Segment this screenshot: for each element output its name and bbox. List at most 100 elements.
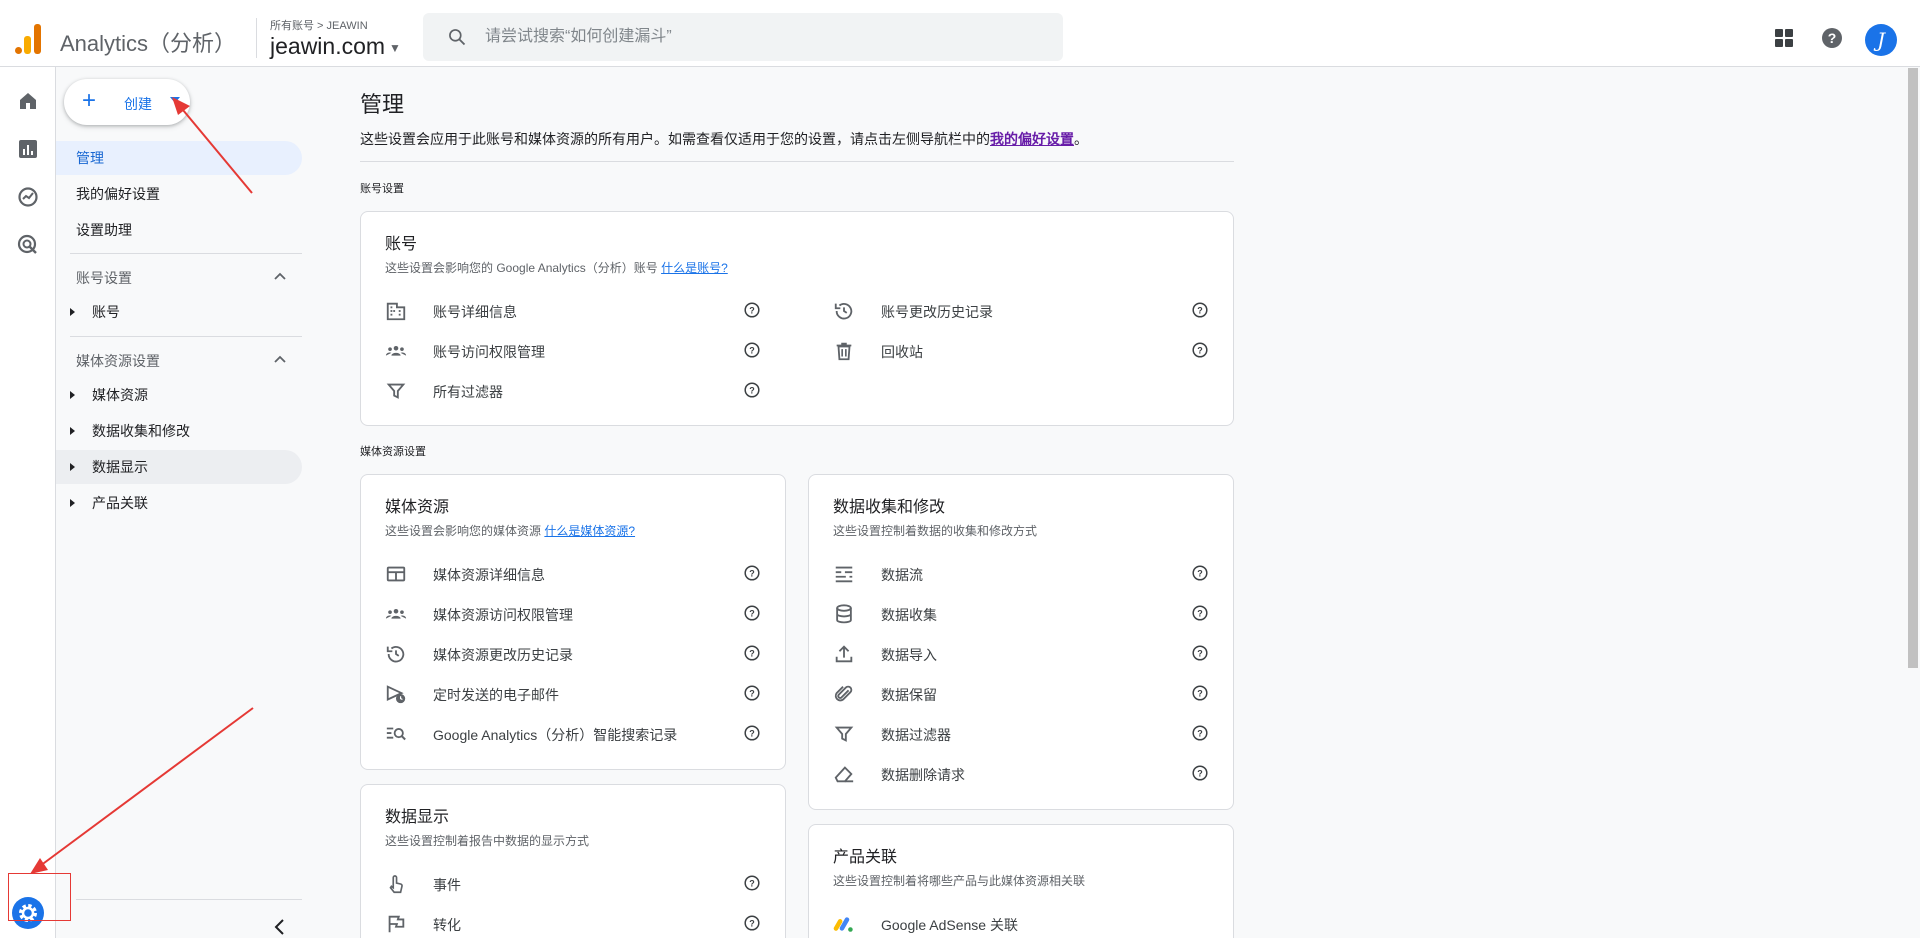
svg-text:?: ? xyxy=(749,306,755,316)
help-circle-icon[interactable]: ? xyxy=(744,605,760,621)
touch-icon xyxy=(389,875,403,894)
help-circle-icon[interactable]: ? xyxy=(744,342,760,358)
row-search-history[interactable]: Google Analytics（分析）智能搜索记录 ? xyxy=(385,713,785,753)
help-circle-icon[interactable]: ? xyxy=(1192,765,1208,781)
row-property-history[interactable]: 媒体资源更改历史记录 ? xyxy=(385,633,785,673)
analytics-logo-icon[interactable] xyxy=(13,22,43,54)
help-circle-icon[interactable]: ? xyxy=(744,875,760,891)
help-circle-icon[interactable]: ? xyxy=(1192,565,1208,581)
property-card-desc-text: 这些设置会影响您的媒体资源 xyxy=(385,524,542,538)
page-title: 管理 xyxy=(360,92,405,117)
row-scheduled-emails[interactable]: 定时发送的电子邮件 ? xyxy=(385,673,785,713)
row-data-retention[interactable]: 数据保留 ? xyxy=(833,673,1233,713)
help-circle-icon[interactable]: ? xyxy=(744,915,760,931)
nav-account-label: 账号 xyxy=(92,304,120,320)
collapse-sidebar-icon[interactable] xyxy=(270,917,290,937)
product-links-card: 产品关联 这些设置控制着将哪些产品与此媒体资源相关联 Google AdSens… xyxy=(808,824,1234,938)
account-card-desc: 这些设置会影响您的 Google Analytics（分析）账号 什么是账号? xyxy=(385,259,728,276)
filter-icon xyxy=(834,726,854,742)
sidebar-divider xyxy=(70,336,302,337)
row-label: 数据保留 xyxy=(881,687,937,703)
row-data-streams[interactable]: 数据流 ? xyxy=(833,553,1233,593)
property-card-desc: 这些设置会影响您的媒体资源 什么是媒体资源? xyxy=(385,522,635,539)
flag-icon xyxy=(388,915,405,933)
row-account-access[interactable]: 账号访问权限管理 ? xyxy=(385,330,785,370)
account-avatar[interactable]: J xyxy=(1865,24,1897,56)
left-rail xyxy=(0,67,56,938)
row-label: 账号详细信息 xyxy=(433,304,517,320)
product-links-card-title: 产品关联 xyxy=(833,849,898,866)
help-circle-icon[interactable]: ? xyxy=(1192,725,1208,741)
row-account-details[interactable]: 账号详细信息 ? xyxy=(385,290,785,330)
help-circle-icon[interactable]: ? xyxy=(744,302,760,318)
what-is-account-link[interactable]: 什么是账号? xyxy=(661,261,728,275)
row-adsense-links[interactable]: Google AdSense 关联 xyxy=(833,903,1233,938)
row-property-access[interactable]: 媒体资源访问权限管理 ? xyxy=(385,593,785,633)
search-input[interactable] xyxy=(485,25,1045,49)
nav-admin[interactable]: 管理 xyxy=(56,141,302,175)
data-display-card-title: 数据显示 xyxy=(385,809,450,826)
reports-icon[interactable] xyxy=(16,137,40,161)
people-icon xyxy=(385,345,407,356)
row-trash[interactable]: 回收站 ? xyxy=(833,330,1233,370)
property-settings-section[interactable]: 媒体资源设置 xyxy=(76,351,160,371)
search-icon xyxy=(449,29,466,46)
help-circle-icon[interactable]: ? xyxy=(744,725,760,741)
nav-data-collection[interactable]: 数据收集和修改 xyxy=(56,414,302,448)
header-divider xyxy=(256,18,257,58)
what-is-property-link[interactable]: 什么是媒体资源? xyxy=(544,524,635,538)
row-data-collection[interactable]: 数据收集 ? xyxy=(833,593,1233,633)
row-all-filters[interactable]: 所有过滤器 ? xyxy=(385,370,785,410)
row-events[interactable]: 事件 ? xyxy=(385,863,785,903)
row-property-details[interactable]: 媒体资源详细信息 ? xyxy=(385,553,785,593)
chevron-up-icon[interactable] xyxy=(274,272,286,280)
help-circle-icon[interactable]: ? xyxy=(744,382,760,398)
svg-text:?: ? xyxy=(749,879,755,889)
help-circle-icon[interactable]: ? xyxy=(744,685,760,701)
row-account-history[interactable]: 账号更改历史记录 ? xyxy=(833,290,1233,330)
svg-text:?: ? xyxy=(1197,569,1203,579)
row-conversions[interactable]: 转化 ? xyxy=(385,903,785,938)
nav-account[interactable]: 账号 xyxy=(56,295,302,329)
page-scrollbar[interactable] xyxy=(1908,68,1918,668)
filter-icon xyxy=(386,383,406,399)
apps-grid-icon[interactable] xyxy=(1772,26,1796,50)
expand-triangle-icon xyxy=(70,391,75,399)
expand-triangle-icon xyxy=(70,499,75,507)
explore-icon[interactable] xyxy=(16,185,40,209)
help-circle-icon[interactable]: ? xyxy=(744,565,760,581)
nav-property[interactable]: 媒体资源 xyxy=(56,378,302,412)
row-data-deletion[interactable]: 数据删除请求 ? xyxy=(833,753,1233,793)
row-data-import[interactable]: 数据导入 ? xyxy=(833,633,1233,673)
search-bar[interactable] xyxy=(423,13,1063,61)
my-preferences-link[interactable]: 我的偏好设置 xyxy=(990,131,1074,147)
help-circle-icon[interactable]: ? xyxy=(1192,685,1208,701)
advertising-icon[interactable] xyxy=(16,233,40,257)
expand-triangle-icon xyxy=(70,427,75,435)
dropdown-arrow-icon[interactable] xyxy=(170,97,180,103)
help-icon[interactable]: ? xyxy=(1820,26,1844,50)
nav-data-display[interactable]: 数据显示 xyxy=(56,450,302,484)
svg-text:?: ? xyxy=(1828,30,1837,46)
app-title: Analytics（分析） xyxy=(60,31,237,56)
row-data-filters[interactable]: 数据过滤器 ? xyxy=(833,713,1233,753)
nav-setup-assistant[interactable]: 设置助理 xyxy=(56,213,302,247)
nav-my-preferences[interactable]: 我的偏好设置 xyxy=(56,177,302,211)
help-circle-icon[interactable]: ? xyxy=(1192,605,1208,621)
account-card: 账号 这些设置会影响您的 Google Analytics（分析）账号 什么是账… xyxy=(360,211,1234,426)
nav-product-links[interactable]: 产品关联 xyxy=(56,486,302,520)
property-details-icon xyxy=(386,566,406,582)
account-settings-section[interactable]: 账号设置 xyxy=(76,268,132,288)
property-card: 媒体资源 这些设置会影响您的媒体资源 什么是媒体资源? 媒体资源详细信息 ? 媒… xyxy=(360,474,786,770)
svg-text:?: ? xyxy=(749,729,755,739)
create-button[interactable]: + 创建 xyxy=(64,79,190,125)
home-icon[interactable] xyxy=(16,89,40,113)
chevron-up-icon[interactable] xyxy=(274,355,286,363)
help-circle-icon[interactable]: ? xyxy=(1192,645,1208,661)
help-circle-icon[interactable]: ? xyxy=(744,645,760,661)
account-breadcrumb[interactable]: 所有账号 > JEAWIN xyxy=(270,17,368,33)
property-selector[interactable]: jeawin.com ▼ xyxy=(270,33,401,60)
help-circle-icon[interactable]: ? xyxy=(1192,302,1208,318)
top-app-bar: Analytics（分析） 所有账号 > JEAWIN jeawin.com ▼ … xyxy=(0,0,1920,67)
help-circle-icon[interactable]: ? xyxy=(1192,342,1208,358)
